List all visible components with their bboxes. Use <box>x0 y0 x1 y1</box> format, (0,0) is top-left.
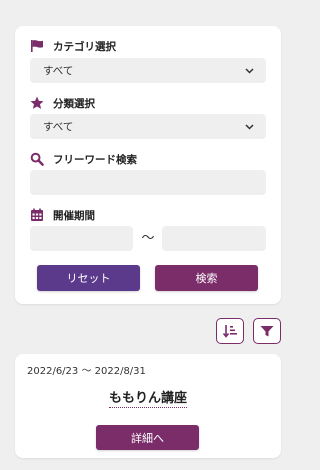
period-to-input[interactable] <box>162 226 266 251</box>
classification-label-text: 分類選択 <box>53 97 95 110</box>
course-card: 2022/6/23 〜 2022/8/31 ももりん講座 詳細へ <box>15 354 281 458</box>
chevron-down-icon <box>245 123 254 130</box>
filter-button[interactable] <box>253 318 281 344</box>
period-label: 開催期間 <box>30 208 95 222</box>
category-select[interactable]: すべて <box>30 58 266 83</box>
search-panel: カテゴリ選択 すべて 分類選択 すべて フリーワード検索 開催期間 〜 リセット… <box>15 26 281 304</box>
period-from-input[interactable] <box>30 226 133 251</box>
course-title[interactable]: ももりん講座 <box>15 387 281 408</box>
freeword-label: フリーワード検索 <box>30 152 137 166</box>
classification-select-value: すべて <box>43 121 74 133</box>
detail-button[interactable]: 詳細へ <box>96 425 199 450</box>
category-label: カテゴリ選択 <box>30 39 116 53</box>
category-label-text: カテゴリ選択 <box>53 40 116 53</box>
classification-select[interactable]: すべて <box>30 114 266 139</box>
freeword-label-text: フリーワード検索 <box>53 153 137 166</box>
sort-icon <box>222 323 238 339</box>
reset-button[interactable]: リセット <box>37 265 140 291</box>
chevron-down-icon <box>245 67 254 74</box>
star-icon <box>30 96 44 110</box>
flag-icon <box>30 39 44 53</box>
search-button[interactable]: 検索 <box>155 265 258 291</box>
classification-label: 分類選択 <box>30 96 95 110</box>
course-period: 2022/6/23 〜 2022/8/31 <box>27 366 146 377</box>
period-separator: 〜 <box>141 231 155 246</box>
sort-button[interactable] <box>216 318 244 344</box>
freeword-input[interactable] <box>30 170 266 195</box>
category-select-value: すべて <box>43 65 74 77</box>
search-icon <box>30 152 44 166</box>
filter-icon <box>259 323 275 339</box>
course-title-text: ももりん講座 <box>108 387 187 408</box>
period-label-text: 開催期間 <box>53 209 95 222</box>
calendar-icon <box>30 208 44 222</box>
